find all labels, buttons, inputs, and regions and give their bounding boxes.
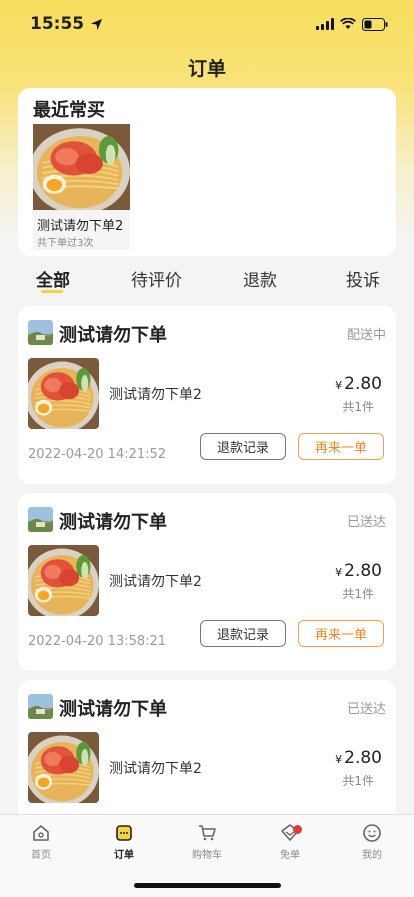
product-name: 测试请勿下单2: [109, 761, 202, 777]
recent-purchases-card: 最近常买 测试请勿下单2 共下单过3次: [18, 88, 396, 256]
price-value: 2.80: [344, 374, 382, 394]
price-value: 2.80: [344, 748, 382, 768]
status-time-text: 15:55: [30, 14, 85, 34]
tab-refund[interactable]: 退款: [243, 266, 277, 291]
tab-pending-review[interactable]: 待评价: [131, 266, 182, 291]
order-status: 配送中: [346, 328, 386, 343]
tabbar-item-profile[interactable]: 我的: [342, 823, 402, 861]
battery-icon: [362, 17, 388, 31]
notification-badge: [293, 825, 302, 834]
shop-logo: [28, 694, 53, 719]
shop-logo: [28, 320, 53, 345]
order-card[interactable]: 测试请勿下单 配送中 测试请勿下单2 ¥2.80 共1件 2022-04-20 …: [18, 306, 396, 484]
recent-purchase-item[interactable]: 测试请勿下单2 共下单过3次: [33, 124, 130, 250]
currency-symbol: ¥: [335, 566, 343, 579]
shop-name[interactable]: 测试请勿下单: [59, 321, 167, 347]
shop-logo: [28, 507, 53, 532]
wifi-icon: [340, 18, 356, 29]
order-price: ¥2.80: [335, 374, 382, 394]
tabbar-item-home[interactable]: 首页: [11, 823, 71, 861]
product-name: 测试请勿下单2: [109, 574, 202, 590]
tabbar-item-orders[interactable]: 订单: [94, 823, 154, 861]
tab-complaint[interactable]: 投诉: [346, 266, 380, 291]
recent-purchases-title: 最近常买: [33, 100, 105, 121]
order-status: 已送达: [346, 702, 386, 717]
tabbar-item-cart[interactable]: 购物车: [177, 823, 237, 861]
reorder-button[interactable]: 再来一单: [298, 620, 384, 647]
refund-record-button[interactable]: 退款记录: [200, 620, 286, 647]
signal-icon: [316, 18, 334, 30]
order-icon: [116, 825, 132, 841]
order-time: 2022-04-20 14:21:52: [28, 447, 167, 462]
home-indicator: [134, 883, 281, 888]
currency-symbol: ¥: [335, 379, 343, 392]
location-arrow-icon: [91, 18, 103, 30]
product-image: [33, 124, 130, 210]
order-quantity: 共1件: [342, 774, 374, 788]
shop-name[interactable]: 测试请勿下单: [59, 508, 167, 534]
product-name: 测试请勿下单2: [109, 387, 202, 403]
tabbar-label: 我的: [362, 850, 382, 861]
profile-icon: [363, 824, 381, 842]
recent-item-count: 共下单过3次: [37, 238, 94, 249]
active-tab-indicator: [41, 290, 63, 293]
order-time: 2022-04-20 13:58:21: [28, 634, 167, 649]
reorder-button[interactable]: 再来一单: [298, 433, 384, 460]
status-time: 15:55: [30, 14, 103, 34]
price-value: 2.80: [344, 561, 382, 581]
home-icon: [33, 825, 49, 841]
refund-record-button[interactable]: 退款记录: [200, 433, 286, 460]
page-title: 订单: [187, 58, 226, 80]
tabbar-label: 免单: [280, 850, 300, 861]
product-image: [28, 545, 99, 616]
tabbar-item-free-order[interactable]: 免单: [260, 823, 320, 861]
order-status: 已送达: [346, 515, 386, 530]
order-price: ¥2.80: [335, 748, 382, 768]
product-image: [28, 732, 99, 803]
product-image: [28, 358, 99, 429]
status-icons: [316, 17, 388, 31]
tabbar-label: 购物车: [192, 850, 222, 861]
order-quantity: 共1件: [342, 587, 374, 601]
tabbar-label: 首页: [31, 850, 51, 861]
cart-icon: [199, 825, 216, 841]
order-quantity: 共1件: [342, 400, 374, 414]
tabbar-label: 订单: [114, 850, 134, 861]
status-bar: 15:55: [0, 0, 414, 48]
order-card[interactable]: 测试请勿下单 已送达 测试请勿下单2 ¥2.80 共1件 2022-04-20 …: [18, 493, 396, 671]
order-price: ¥2.80: [335, 561, 382, 581]
currency-symbol: ¥: [335, 753, 343, 766]
shop-name[interactable]: 测试请勿下单: [59, 695, 167, 721]
tab-all[interactable]: 全部: [36, 266, 70, 291]
recent-item-name: 测试请勿下单2: [37, 219, 124, 234]
